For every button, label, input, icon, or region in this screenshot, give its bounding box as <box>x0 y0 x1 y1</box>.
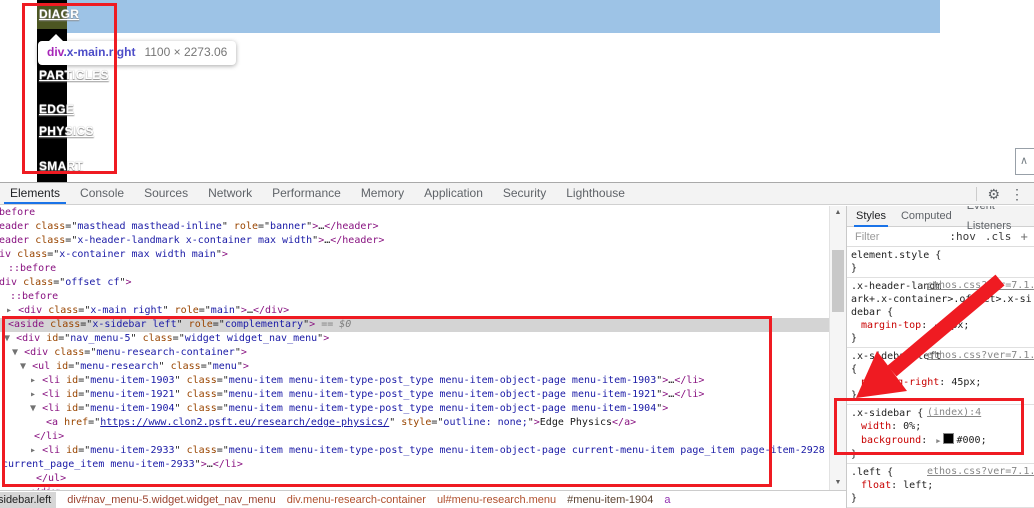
css-props: float: left; <box>851 479 1032 492</box>
dom-tree-line[interactable]: ::before <box>8 262 829 276</box>
devtools-tabs: Elements Console Sources Network Performance… <box>0 183 635 204</box>
breadcrumb-item[interactable]: sidebar.left <box>0 491 57 508</box>
dom-tree-line[interactable]: <a href="https://www.clon2.psft.eu/resea… <box>46 416 829 430</box>
css-close-brace: } <box>851 493 858 504</box>
dom-tree-line[interactable]: current_page_item menu-item-2933">…</li> <box>2 458 829 472</box>
devtools-main: ::before<header class="masthead masthead… <box>0 206 1034 508</box>
styles-tab[interactable]: Event Listeners <box>967 206 1034 236</box>
dom-tree-line[interactable]: ▼ <li id="menu-item-1904" class="menu-it… <box>30 402 829 416</box>
tooltip-arrow <box>49 34 63 41</box>
css-rule: ethos.css?ver=7.1.2: .x-header-landmark+… <box>847 278 1034 348</box>
css-rule: element.style { } <box>847 247 1034 278</box>
elements-scrollbar[interactable]: ▲ ▼ <box>829 206 846 490</box>
css-source-link[interactable]: (index):4 <box>927 407 981 418</box>
tooltip-tag: div <box>47 45 64 59</box>
gear-icon[interactable]: ⚙ <box>987 187 1000 201</box>
css-source-link[interactable]: ethos.css?ver=7.1.2: <box>927 350 1034 361</box>
styles-tabs: Styles Computed Event Listeners <box>847 206 1034 232</box>
devtools-tabbar-actions: ⚙ ⋮ <box>976 183 1034 204</box>
dom-tree-line[interactable]: ▼ <ul id="menu-research" class="menu"> <box>20 360 829 374</box>
devtools-tab[interactable]: Lighthouse <box>556 183 635 204</box>
breadcrumb-item[interactable]: a <box>664 494 670 506</box>
css-property[interactable]: margin-top: -35px; <box>851 319 1032 332</box>
css-rule: (index):4 .x-sidebar { width: 0%; backgro… <box>847 405 1034 464</box>
breadcrumb-item[interactable]: #menu-item-1904 <box>567 494 653 506</box>
scrollbar-down-icon[interactable]: ▼ <box>830 476 846 490</box>
devtools-tab[interactable]: Elements <box>0 183 70 204</box>
breadcrumb-item[interactable]: ul#menu-research.menu <box>437 494 556 506</box>
dom-tree-line[interactable]: <aside class="x-sidebar left" role="comp… <box>0 318 829 332</box>
styles-sidebar: StylesComputedEvent Listeners :hov .cls … <box>847 206 1034 508</box>
color-swatch[interactable] <box>943 433 955 444</box>
tooltip-classes: .x-main.right <box>63 45 136 59</box>
page-header-bar <box>67 0 940 33</box>
devtools-panel: Elements Console Sources Network Performance… <box>0 182 1034 508</box>
tooltip-dimensions: 1100 × 2273.06 <box>144 45 228 59</box>
devtools-tab[interactable]: Sources <box>134 183 198 204</box>
expander-icon[interactable]: ▶ <box>936 437 940 445</box>
devtools-tab[interactable]: Console <box>70 183 134 204</box>
chevron-up-icon: ∧ <box>1020 155 1029 167</box>
devtools-tab[interactable]: Network <box>198 183 262 204</box>
dom-tree-line[interactable]: <div class="offset cf"> <box>0 276 829 290</box>
css-close-brace: } <box>851 333 858 344</box>
devtools-tab[interactable]: Application <box>414 183 493 204</box>
sidebar-menu-item[interactable]: DIAGR <box>39 7 79 21</box>
css-rule: ethos.css?ver=7.1.2: .left { float: left… <box>847 464 1034 508</box>
dom-tree-line[interactable]: ▸ <li id="menu-item-1921" class="menu-it… <box>30 388 829 402</box>
dom-tree-line[interactable]: <header class="x-header-landmark x-conta… <box>0 234 829 248</box>
screen: DIAGR PARTICLES EDGE PHYSICS SMART div.x-mai… <box>0 0 1034 508</box>
dom-tree: ::before<header class="masthead masthead… <box>0 206 829 490</box>
styles-tab[interactable]: Computed <box>901 206 952 226</box>
css-rule: ethos.css?ver=7.1.2: .x-sidebar.left { p… <box>847 348 1034 405</box>
sidebar-menu-item[interactable]: PHYSICS <box>39 124 94 138</box>
sidebar-menu-item[interactable]: EDGE <box>39 102 74 116</box>
css-rules-list: element.style { } ethos.css?ver=7.1.2: .… <box>847 247 1034 508</box>
devtools-tab[interactable]: Performance <box>262 183 351 204</box>
scrollbar-up-icon[interactable]: ▲ <box>830 206 846 220</box>
breadcrumb-item[interactable]: div#nav_menu-5.widget.widget_nav_menu <box>67 494 276 506</box>
dom-tree-line[interactable]: ▸ <div class="x-main right" role="main">… <box>6 304 829 318</box>
dom-tree-line[interactable]: </ul> <box>36 472 829 486</box>
sidebar-menu-item[interactable]: PARTICLES <box>39 68 109 82</box>
kebab-menu-icon[interactable]: ⋮ <box>1010 187 1024 201</box>
dom-tree-line[interactable]: ::before <box>0 206 829 220</box>
devtools-tab[interactable]: Memory <box>351 183 414 204</box>
inspect-tooltip: div.x-main.right 1100 × 2273.06 <box>38 34 237 65</box>
css-property[interactable]: background: ▶ #000; <box>851 433 1032 448</box>
dom-tree-line[interactable]: <div class="x-container max width main"> <box>0 248 829 262</box>
dom-tree-line[interactable]: ▼ <div id="nav_menu-5" class="widget wid… <box>4 332 829 346</box>
css-source-link[interactable]: ethos.css?ver=7.1.2: <box>927 466 1034 477</box>
css-props: margin-top: -35px; <box>851 319 1032 332</box>
css-props: width: 0%; background: ▶ #000; <box>851 420 1032 448</box>
dom-tree-line[interactable]: ▼ <div class="menu-research-container"> <box>12 346 829 360</box>
scroll-to-top-button[interactable]: ∧ <box>1015 148 1034 175</box>
css-property[interactable]: padding-right: 45px; <box>851 376 1032 389</box>
css-close-brace: } <box>851 449 858 460</box>
dom-tree-line[interactable]: </li> <box>34 430 829 444</box>
browser-viewport: DIAGR PARTICLES EDGE PHYSICS SMART div.x-mai… <box>0 0 1034 182</box>
dom-tree-line[interactable]: ::before <box>10 290 829 304</box>
styles-filter-input[interactable] <box>853 229 937 244</box>
devtools-tab[interactable]: Security <box>493 183 556 204</box>
dom-tree-line[interactable]: ▸ <li id="menu-item-1903" class="menu-it… <box>30 374 829 388</box>
breadcrumb: sidebar.left div#nav_menu-5.widget.widget… <box>0 490 846 508</box>
css-property[interactable]: float: left; <box>851 479 1032 492</box>
dom-tree-line[interactable]: ▸ <li id="menu-item-2933" class="menu-it… <box>30 444 829 458</box>
divider <box>976 186 978 201</box>
css-source-link[interactable]: ethos.css?ver=7.1.2: <box>927 280 1034 291</box>
css-property[interactable]: width: 0%; <box>851 420 1032 433</box>
sidebar-menu-item[interactable]: SMART <box>39 159 83 173</box>
elements-panel: ::before<header class="masthead masthead… <box>0 206 847 508</box>
css-close-brace: } <box>851 390 858 401</box>
css-close-brace: } <box>851 263 858 274</box>
styles-tab[interactable]: Styles <box>854 206 888 227</box>
breadcrumb-item[interactable]: div.menu-research-container <box>287 494 426 506</box>
devtools-tabbar: Elements Console Sources Network Performance… <box>0 183 1034 205</box>
scrollbar-thumb[interactable] <box>832 250 844 312</box>
dom-tree-line[interactable]: <header class="masthead masthead-inline"… <box>0 220 829 234</box>
css-props: padding-right: 45px; <box>851 376 1032 389</box>
